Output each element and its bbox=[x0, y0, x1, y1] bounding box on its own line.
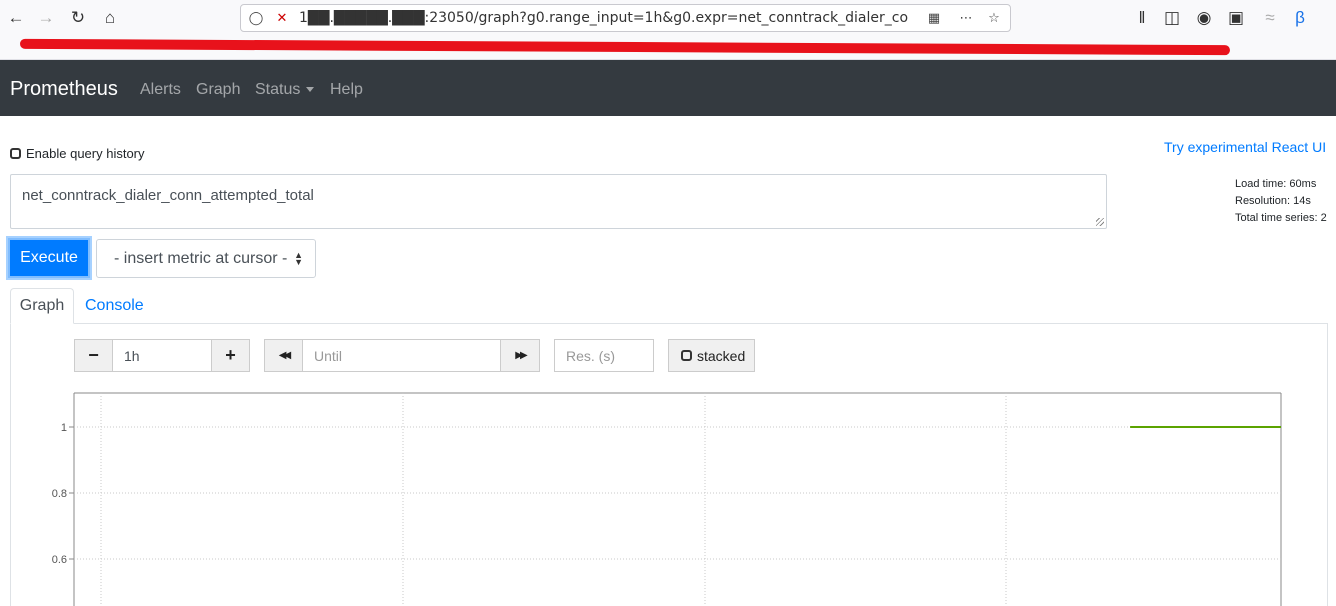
insecure-lock-icon[interactable]: ✕ bbox=[273, 9, 291, 27]
url-bar[interactable]: ◯ ✕ 1██.█████.███:23050/graph?g0.range_i… bbox=[240, 4, 1011, 32]
home-icon[interactable]: ⌂ bbox=[96, 4, 124, 32]
brand-link[interactable]: Prometheus bbox=[10, 78, 118, 101]
expression-text[interactable]: net_conntrack_dialer_conn_attempted_tota… bbox=[22, 187, 314, 204]
stacked-checkbox[interactable] bbox=[681, 350, 692, 361]
caret-down-icon bbox=[306, 87, 315, 93]
query-history-label: Enable query history bbox=[26, 146, 145, 161]
y-tick-label-1: 0.8 bbox=[52, 488, 67, 500]
decrease-range-button[interactable]: − bbox=[74, 339, 113, 372]
navbar: Prometheus Alerts Graph Status Help bbox=[0, 60, 1336, 116]
load-time: Load time: 60ms bbox=[1235, 178, 1317, 190]
resolution-input[interactable]: Res. (s) bbox=[554, 339, 654, 372]
stacked-label: stacked bbox=[697, 347, 746, 364]
crop-icon[interactable]: ▣ bbox=[1222, 4, 1250, 32]
nav-graph[interactable]: Graph bbox=[196, 81, 240, 99]
nav-status[interactable]: Status bbox=[255, 81, 315, 99]
select-arrows-icon: ▲ ▼ bbox=[294, 250, 303, 267]
execute-button[interactable]: Execute bbox=[8, 238, 90, 278]
tab-graph[interactable]: Graph bbox=[10, 288, 74, 324]
browser-toolbar: ← → ↻ ⌂ ◯ ✕ 1██.█████.███:23050/graph?g0… bbox=[0, 0, 1336, 36]
library-icon[interactable]: ‖ bbox=[1128, 4, 1156, 32]
bookmark-star-icon[interactable]: ☆ bbox=[985, 9, 1003, 27]
reload-icon[interactable]: ↻ bbox=[64, 4, 92, 32]
query-history-toggle[interactable]: Enable query history bbox=[10, 146, 145, 161]
shield-icon[interactable]: ◯ bbox=[247, 9, 265, 27]
resolution: Resolution: 14s bbox=[1235, 195, 1311, 207]
stacked-toggle-button[interactable]: stacked bbox=[668, 339, 755, 372]
y-tick-label-2: 0.6 bbox=[52, 554, 67, 566]
total-series: Total time series: 2 bbox=[1235, 212, 1327, 224]
bookmarks-bar bbox=[0, 36, 1336, 60]
url-text[interactable]: 1██.█████.███:23050/graph?g0.range_input… bbox=[299, 10, 909, 26]
translate-icon[interactable]: β bbox=[1286, 4, 1314, 32]
chart-y-ticks: 1 0.8 0.6 bbox=[52, 422, 74, 566]
forward-icon[interactable]: → bbox=[32, 4, 60, 32]
insert-metric-label: - insert metric at cursor - bbox=[114, 249, 288, 267]
rewind-button[interactable]: ◀◀ bbox=[264, 339, 303, 372]
y-tick-label-0: 1 bbox=[61, 422, 67, 434]
react-ui-link[interactable]: Try experimental React UI bbox=[1164, 139, 1326, 155]
qr-code-icon[interactable]: ▦ bbox=[925, 9, 943, 27]
nav-help[interactable]: Help bbox=[330, 81, 363, 99]
nav-status-label: Status bbox=[255, 81, 301, 98]
chart-grid bbox=[73, 392, 1282, 606]
tab-console[interactable]: Console bbox=[85, 297, 144, 315]
insert-metric-select[interactable]: - insert metric at cursor - ▲ ▼ bbox=[96, 239, 316, 278]
fast-forward-button[interactable]: ▶▶ bbox=[500, 339, 540, 372]
more-icon[interactable]: ⋯ bbox=[957, 9, 975, 27]
nav-alerts[interactable]: Alerts bbox=[140, 81, 181, 99]
redaction-mark bbox=[19, 38, 1231, 56]
back-icon[interactable]: ← bbox=[2, 4, 30, 32]
until-input[interactable]: Until bbox=[302, 339, 501, 372]
query-stats: Load time: 60ms Resolution: 14s Total ti… bbox=[1235, 176, 1327, 227]
increase-range-button[interactable]: + bbox=[211, 339, 250, 372]
resize-handle-icon[interactable] bbox=[1096, 218, 1104, 226]
range-input[interactable]: 1h bbox=[112, 339, 212, 372]
graph-chart: 1 0.8 0.6 bbox=[52, 392, 1282, 606]
query-history-checkbox[interactable] bbox=[10, 148, 21, 159]
expression-input[interactable]: net_conntrack_dialer_conn_attempted_tota… bbox=[10, 174, 1107, 229]
sidebar-icon[interactable]: ◫ bbox=[1158, 4, 1186, 32]
extension-icon[interactable]: ≈ bbox=[1256, 4, 1284, 32]
account-icon[interactable]: ◉ bbox=[1190, 4, 1218, 32]
